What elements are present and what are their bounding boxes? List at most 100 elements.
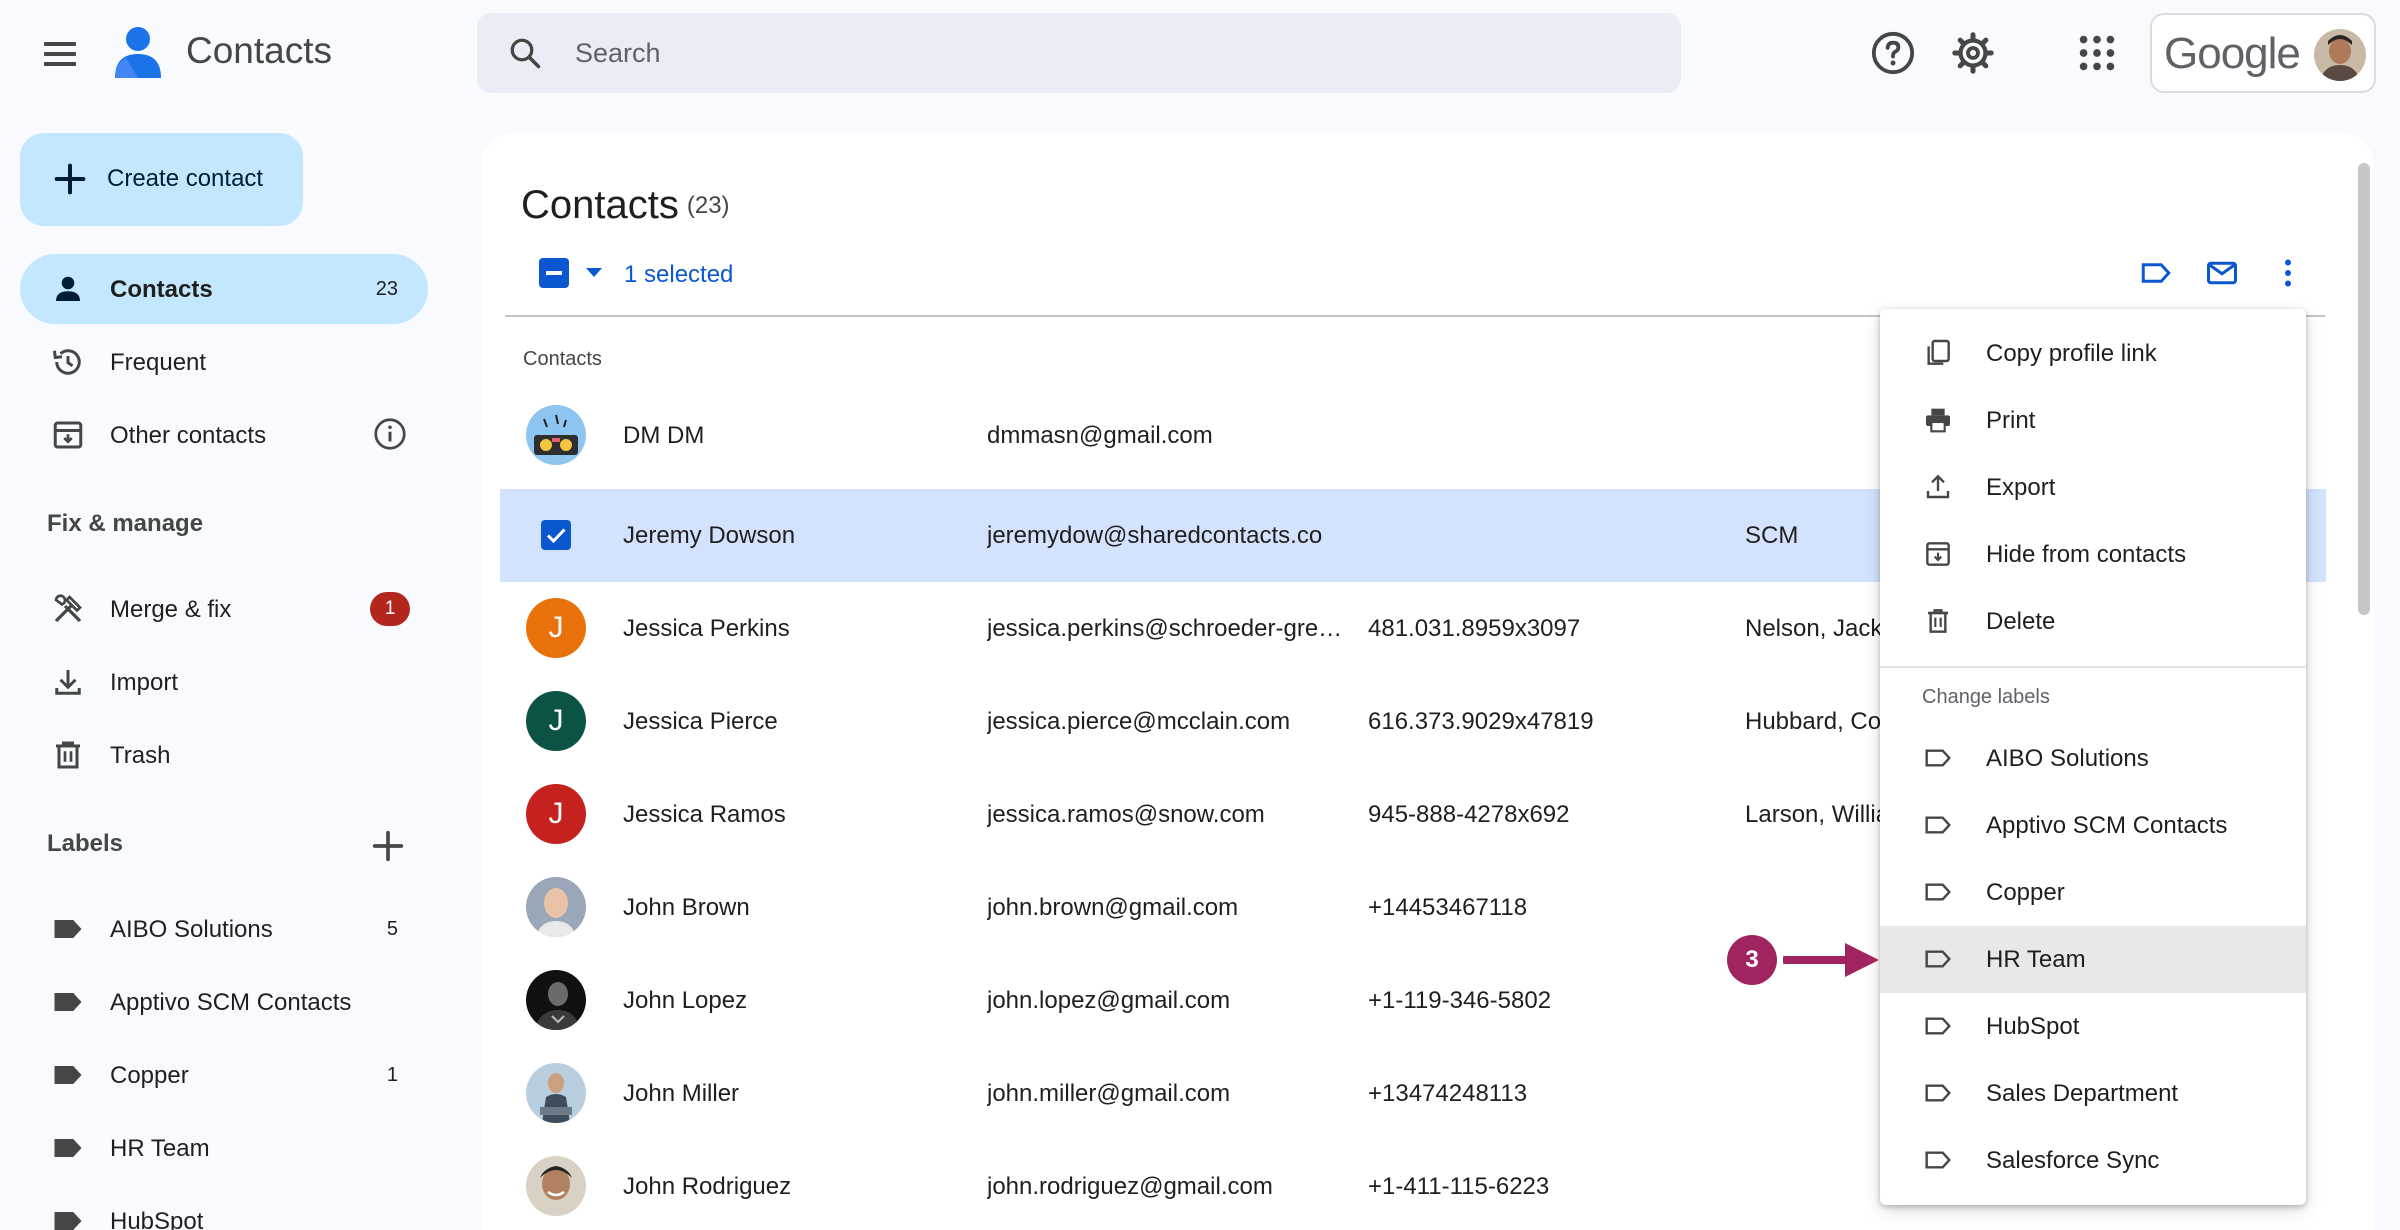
sidebar-item-label: Frequent [110, 349, 207, 376]
help-icon[interactable] [1870, 30, 1916, 76]
contact-phone: 616.373.9029x47819 [1368, 708, 1594, 735]
delete-icon [1928, 609, 1948, 633]
menu-divider [1880, 666, 2306, 668]
copy-icon [1927, 339, 1950, 365]
contact-email: jessica.pierce@mcclain.com [987, 708, 1291, 735]
right-arrow-icon [1783, 943, 1879, 977]
search-input[interactable] [575, 13, 1655, 93]
contact-email: jessica.perkins@schroeder-gree… [987, 615, 1347, 642]
top-bar: Contacts Google [0, 0, 2400, 108]
sidebar-item-label: Other contacts [110, 422, 267, 449]
notification-badge: 1 [370, 592, 410, 626]
menu-label-sales-department[interactable]: Sales Department [1880, 1060, 2306, 1127]
label-outline-icon [1925, 1017, 1951, 1035]
row-checkbox[interactable] [541, 520, 571, 550]
sidebar-item-merge-fix[interactable]: Merge & fix 1 [20, 574, 428, 644]
sidebar-item-label: HubSpot [110, 1208, 204, 1230]
menu-item-label: HubSpot [1986, 1013, 2080, 1040]
contact-name: John Lopez [623, 987, 748, 1014]
menu-label-apptivo-scm-contacts[interactable]: Apptivo SCM Contacts [1880, 792, 2306, 859]
more-actions-icon[interactable] [2270, 255, 2306, 291]
menu-label-hr-team[interactable]: HR Team [1880, 926, 2306, 993]
menu-item-label: Apptivo SCM Contacts [1986, 812, 2228, 839]
contact-avatar [526, 1063, 586, 1123]
manage-labels-icon[interactable] [2138, 255, 2174, 291]
sidebar-label-hubspot[interactable]: HubSpot [20, 1186, 428, 1230]
menu-item-label: Export [1986, 474, 2056, 501]
download-icon [55, 670, 81, 695]
chevron-down-icon[interactable] [586, 268, 602, 277]
search-bar[interactable] [477, 13, 1681, 93]
archive-download-icon [53, 421, 83, 449]
create-contact-button[interactable]: Create contact [20, 133, 303, 226]
sidebar-item-trash[interactable]: Trash [20, 720, 428, 790]
send-email-icon[interactable] [2204, 255, 2240, 291]
contact-name: John Rodriguez [623, 1173, 792, 1200]
labels-heading: Labels [47, 830, 124, 857]
google-account-button[interactable]: Google [2150, 13, 2376, 93]
label-outline-icon [1925, 816, 1951, 834]
menu-item-delete[interactable]: Delete [1880, 588, 2306, 655]
settings-gear-icon[interactable] [1950, 30, 1996, 76]
menu-label-hubspot[interactable]: HubSpot [1880, 993, 2306, 1060]
sidebar-item-frequent[interactable]: Frequent [20, 327, 428, 397]
info-icon[interactable] [372, 416, 408, 452]
sidebar-label-hr-team[interactable]: HR Team [20, 1113, 428, 1183]
sidebar-label-copper[interactable]: Copper 1 [20, 1040, 428, 1110]
contact-company: Nelson, Jack [1745, 615, 1883, 642]
tools-icon [54, 594, 82, 623]
scrollbar-thumb[interactable] [2358, 163, 2370, 615]
label-outline-icon [1925, 950, 1951, 968]
sidebar-item-label: HR Team [110, 1135, 210, 1162]
add-label-plus-icon[interactable] [368, 826, 408, 866]
menu-item-label: Delete [1986, 608, 2056, 635]
menu-item-print[interactable]: Print [1880, 387, 2306, 454]
contact-name: Jeremy Dowson [623, 522, 796, 549]
menu-item-export[interactable]: Export [1880, 454, 2306, 521]
sidebar-item-label: Merge & fix [110, 596, 232, 623]
menu-item-copy-profile-link[interactable]: Copy profile link [1880, 320, 2306, 387]
change-labels-heading: Change labels [1922, 686, 2050, 708]
contact-name: John Brown [623, 894, 750, 921]
contact-name: John Miller [623, 1080, 740, 1107]
sidebar-item-other-contacts[interactable]: Other contacts [20, 400, 428, 470]
main-menu-icon[interactable] [38, 36, 82, 70]
sidebar-label-apptivo-scm-contacts[interactable]: Apptivo SCM Contacts [20, 967, 428, 1037]
sidebar-label-aibo-solutions[interactable]: AIBO Solutions 5 [20, 894, 428, 964]
more-actions-menu: Copy profile link Print Export Hide from… [1880, 309, 2306, 1205]
contact-email: john.miller@gmail.com [987, 1080, 1231, 1107]
search-icon[interactable] [507, 35, 543, 71]
menu-item-label: Copper [1986, 879, 2065, 906]
step-number-callout: 3 [1727, 935, 1777, 985]
apps-grid-icon[interactable] [2074, 30, 2120, 76]
menu-item-label: AIBO Solutions [1986, 745, 2149, 772]
contact-avatar: J [526, 784, 586, 844]
label-icon [54, 1139, 82, 1157]
hide-icon [1926, 542, 1950, 566]
menu-label-aibo-solutions[interactable]: AIBO Solutions [1880, 725, 2306, 792]
contact-company: Hubbard, Co [1745, 708, 1882, 735]
sidebar-item-count: 1 [386, 1064, 398, 1086]
menu-label-copper[interactable]: Copper [1880, 859, 2306, 926]
contact-company: SCM [1745, 522, 1799, 549]
sidebar-item-contacts[interactable]: Contacts 23 [20, 254, 428, 324]
sidebar-item-label: AIBO Solutions [110, 916, 273, 943]
user-avatar[interactable] [2314, 29, 2366, 81]
contact-phone: +1-411-115-6223 [1368, 1173, 1550, 1200]
menu-item-hide-from-contacts[interactable]: Hide from contacts [1880, 521, 2306, 588]
list-heading: Contacts [523, 348, 602, 370]
label-outline-icon [1925, 1151, 1951, 1169]
label-icon [54, 1066, 82, 1084]
contact-company: Larson, Willia [1745, 801, 1890, 828]
person-icon [56, 276, 80, 301]
contact-email: john.brown@gmail.com [987, 894, 1239, 921]
select-all-checkbox[interactable] [539, 258, 569, 288]
menu-item-label: Copy profile link [1986, 340, 2157, 367]
contact-email: dmmasn@gmail.com [987, 422, 1213, 449]
contact-avatar [526, 970, 586, 1030]
contact-name: Jessica Perkins [623, 615, 790, 642]
menu-label-salesforce-sync[interactable]: Salesforce Sync [1880, 1127, 2306, 1194]
sidebar-item-import[interactable]: Import [20, 647, 428, 717]
contact-avatar [526, 1156, 586, 1216]
export-icon [1926, 474, 1950, 499]
